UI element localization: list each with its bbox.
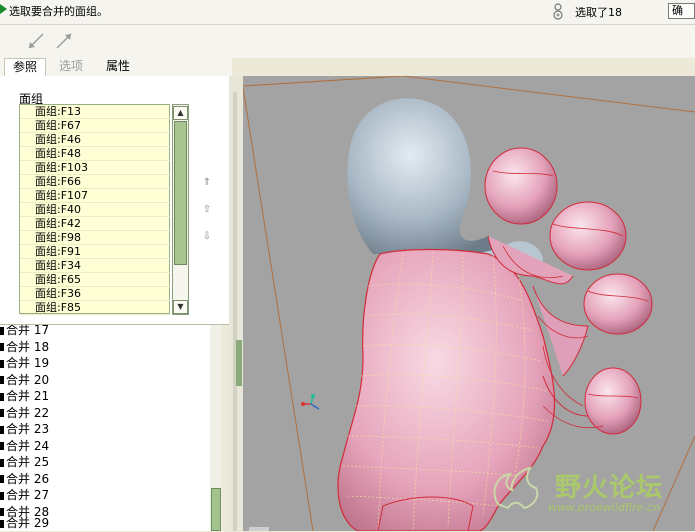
watermark-logo-icon bbox=[493, 466, 539, 510]
tab-references[interactable]: 参照 bbox=[4, 58, 47, 77]
watermark-title: 野火论坛 bbox=[555, 473, 664, 503]
selection-count: 选取了18 bbox=[575, 6, 622, 19]
tree-item[interactable]: 合并 21 bbox=[0, 388, 49, 405]
watermark-url: www.proewildfire.cn bbox=[548, 501, 660, 514]
splitter-handle[interactable] bbox=[236, 340, 242, 386]
splitter-groove bbox=[233, 92, 237, 531]
quilt-list-item[interactable]: 面组:F85 bbox=[20, 301, 170, 315]
tab-options[interactable]: 选项 bbox=[51, 58, 91, 76]
tree-item[interactable]: 合并 29 bbox=[0, 515, 49, 532]
tool-row bbox=[0, 25, 695, 58]
quilt-list-item[interactable]: 面组:F66 bbox=[20, 175, 170, 189]
move-top-icon[interactable]: ⇑ bbox=[199, 176, 215, 190]
quilt-list-item[interactable]: 面组:F65 bbox=[20, 273, 170, 287]
tree-item[interactable]: 合并 22 bbox=[0, 405, 49, 422]
tree-item[interactable]: 合并 24 bbox=[0, 438, 49, 455]
scroll-down-icon[interactable]: ▼ bbox=[173, 300, 188, 314]
quilt-list-item[interactable]: 面组:F91 bbox=[20, 245, 170, 259]
tree-item[interactable]: 合并 26 bbox=[0, 471, 49, 488]
quilt-list-item[interactable]: 面组:F107 bbox=[20, 189, 170, 203]
flip-side-icon[interactable] bbox=[53, 30, 75, 52]
quilt-list-item[interactable]: 面组:F40 bbox=[20, 203, 170, 217]
tree-scroll-thumb[interactable] bbox=[211, 488, 221, 531]
tree-item[interactable]: 合并 25 bbox=[0, 454, 49, 471]
quilt-list-item[interactable]: 面组:F13 bbox=[20, 105, 170, 119]
prompt-text: 选取要合并的面组。 bbox=[9, 5, 108, 18]
tree-item[interactable]: 合并 20 bbox=[0, 372, 49, 389]
tree-item[interactable]: 合并 18 bbox=[0, 339, 49, 356]
quilt-list-item[interactable]: 面组:F36 bbox=[20, 287, 170, 301]
move-down-icon[interactable]: ⇩ bbox=[199, 230, 215, 244]
tree-item[interactable]: 合并 19 bbox=[0, 355, 49, 372]
quilts-scroll-thumb[interactable] bbox=[174, 121, 187, 265]
selection-filter-icon[interactable] bbox=[551, 2, 565, 22]
flip-direction-icon[interactable] bbox=[25, 30, 47, 52]
prompt-arrow-icon bbox=[0, 4, 7, 14]
quilt-list-item[interactable]: 面组:F46 bbox=[20, 133, 170, 147]
quilt-list-item[interactable]: 面组:F67 bbox=[20, 119, 170, 133]
foot-model-render bbox=[243, 76, 695, 531]
quilt-list-item[interactable]: 面组:F48 bbox=[20, 147, 170, 161]
ok-button[interactable]: 确 bbox=[668, 3, 695, 19]
tree-item[interactable]: 合并 23 bbox=[0, 421, 49, 438]
scroll-up-icon[interactable]: ▲ bbox=[173, 106, 188, 120]
quilt-list-item[interactable]: 面组:F98 bbox=[20, 231, 170, 245]
quilts-list[interactable]: 面组:F13 面组:F67 面组:F46 面组:F48 面组:F103 面组:F… bbox=[19, 104, 170, 315]
quilt-list-item[interactable]: 面组:F34 bbox=[20, 259, 170, 273]
model-tree: 合并 17 合并 18 合并 19 合并 20 合并 21 合并 22 合并 2… bbox=[0, 322, 222, 531]
move-up-icon[interactable]: ⇧ bbox=[199, 203, 215, 217]
quilt-list-item[interactable]: 面组:F42 bbox=[20, 217, 170, 231]
tree-item[interactable]: 合并 27 bbox=[0, 487, 49, 504]
quilt-list-item[interactable]: 面组:F103 bbox=[20, 161, 170, 175]
tab-properties[interactable]: 属性 bbox=[98, 58, 138, 76]
